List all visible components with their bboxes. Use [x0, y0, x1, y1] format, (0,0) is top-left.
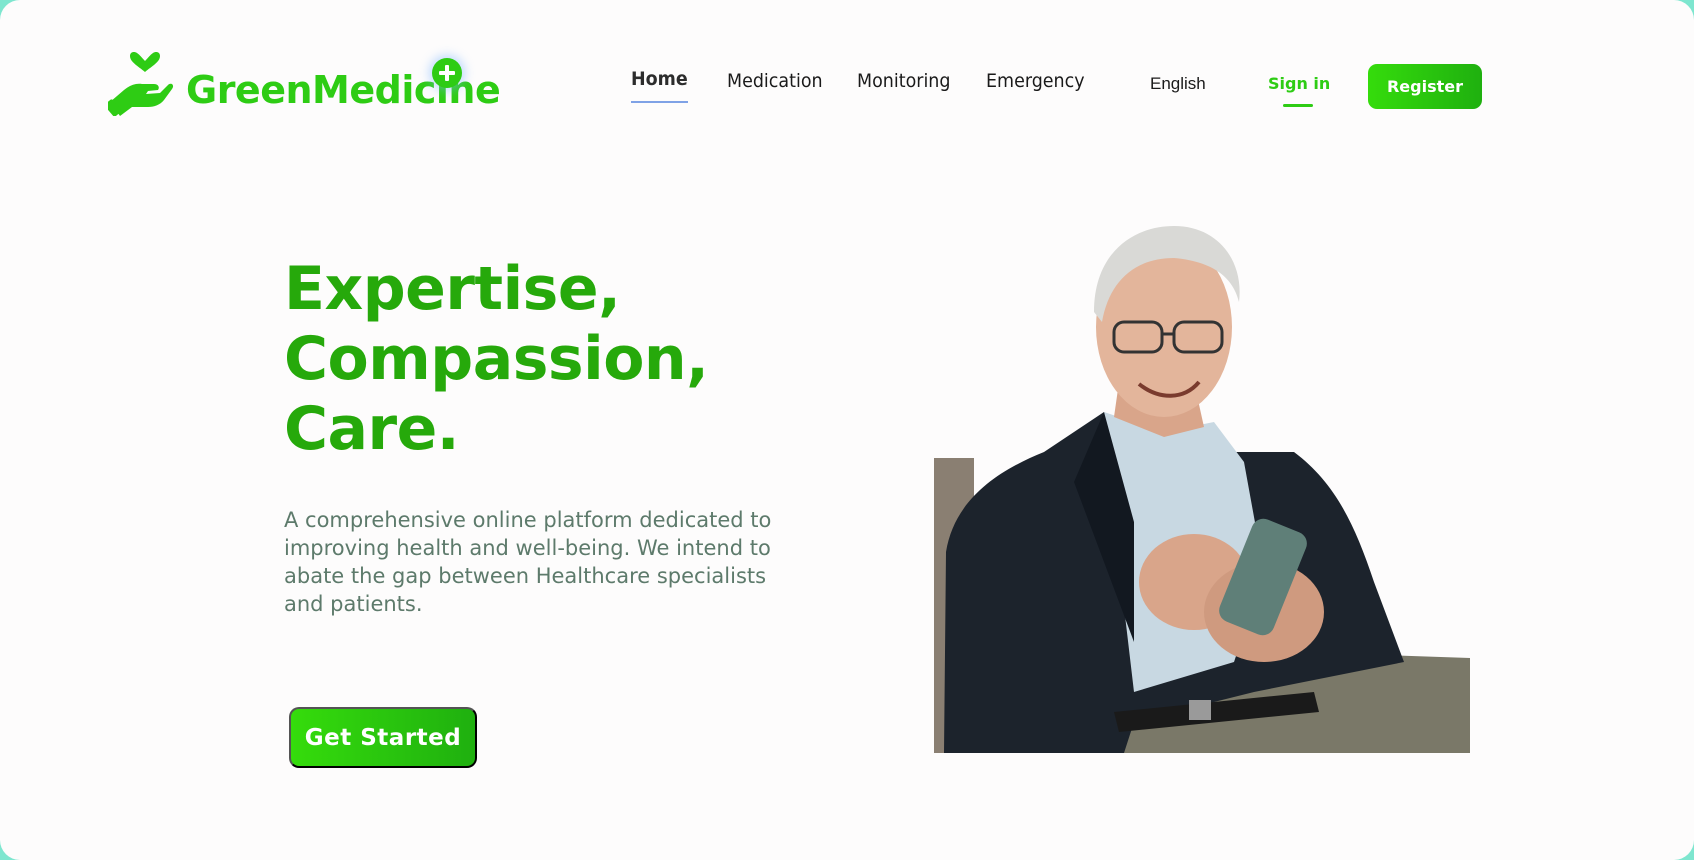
register-button[interactable]: Register — [1368, 64, 1482, 109]
nav-monitoring[interactable]: Monitoring — [857, 70, 950, 92]
hero-title-line: Compassion, — [284, 324, 709, 394]
hero-title-line: Expertise, — [284, 254, 621, 324]
page: GreenMedicine Home Medication Monitoring… — [0, 0, 1694, 860]
hero-title: Expertise, Compassion, Care. — [284, 254, 804, 464]
hero-description: A comprehensive online platform dedicate… — [284, 508, 772, 616]
elderly-man-with-phone-photo — [934, 226, 1470, 753]
sign-in-underline — [1283, 104, 1313, 107]
language-selector[interactable]: English — [1150, 74, 1206, 94]
hero-title-line: Care. — [284, 394, 460, 464]
active-nav-indicator — [631, 101, 688, 103]
sign-in-link[interactable]: Sign in — [1268, 74, 1330, 93]
hand-heart-icon — [108, 52, 174, 116]
brand-logo[interactable]: GreenMedicine — [108, 50, 501, 120]
nav-home[interactable]: Home — [631, 68, 688, 90]
nav-emergency[interactable]: Emergency — [986, 70, 1085, 92]
nav-medication[interactable]: Medication — [727, 70, 823, 92]
plus-icon — [432, 58, 462, 88]
get-started-button[interactable]: Get Started — [289, 707, 477, 768]
